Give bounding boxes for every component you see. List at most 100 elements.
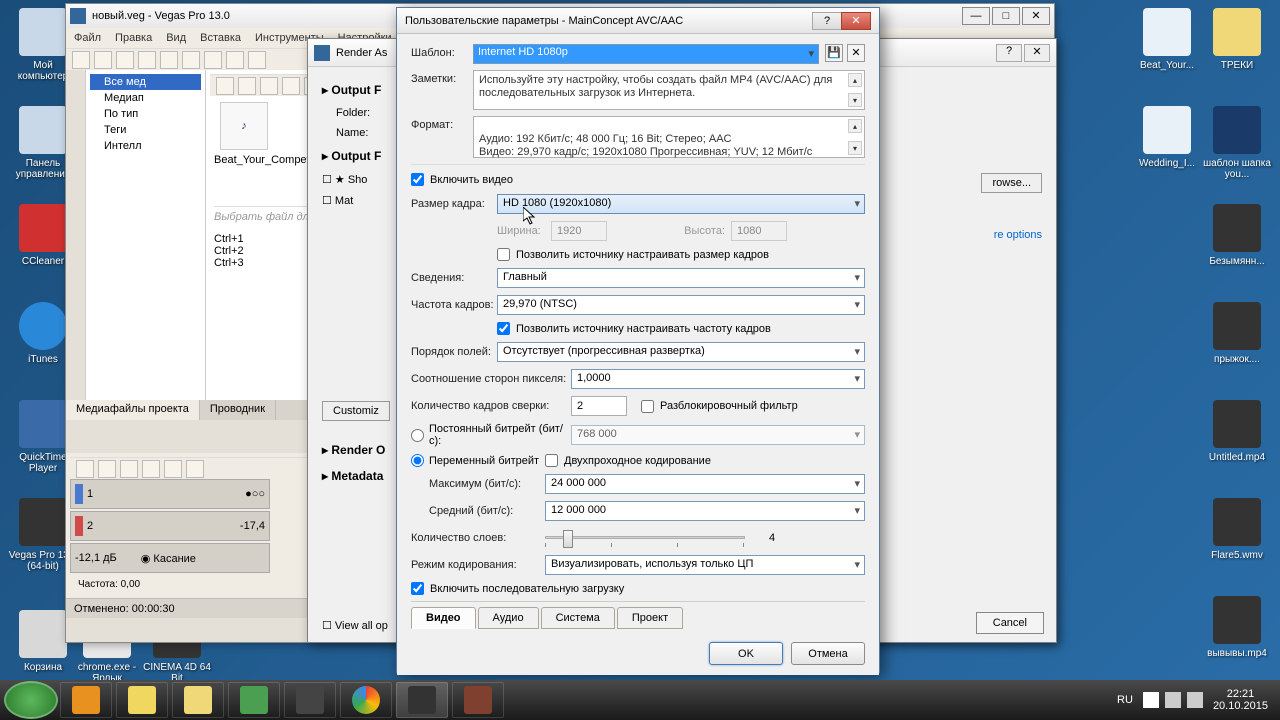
fieldorder-combo[interactable]: Отсутствует (прогрессивная развертка) — [497, 342, 865, 362]
ok-button[interactable]: OK — [709, 642, 783, 665]
tab-audio[interactable]: Аудио — [478, 607, 539, 629]
maximize-button[interactable]: □ — [992, 7, 1020, 25]
task-wmp[interactable] — [60, 682, 112, 718]
desktop-icon-video-4[interactable]: Flare5.wmv — [1202, 498, 1272, 561]
toolbar-button[interactable] — [238, 77, 256, 95]
close-button[interactable]: ✕ — [1022, 7, 1050, 25]
tab-project[interactable]: Проект — [617, 607, 683, 629]
task-vegas[interactable] — [396, 682, 448, 718]
help-button[interactable]: ? — [812, 12, 842, 30]
menu-insert[interactable]: Вставка — [200, 32, 241, 44]
encmode-combo[interactable]: Визуализировать, используя только ЦП — [545, 555, 865, 575]
desktop-icon-folder-tracks[interactable]: ТРЕКИ — [1202, 8, 1272, 71]
save-template-icon[interactable]: 💾 — [825, 44, 843, 62]
height-input — [731, 221, 787, 241]
toolbar-button[interactable] — [204, 51, 222, 69]
template-combo[interactable]: Internet HD 1080p — [473, 44, 819, 64]
toolbar-button[interactable] — [160, 51, 178, 69]
tab-project-media[interactable]: Медиафайлы проекта — [66, 400, 200, 420]
tree-item[interactable]: Медиап — [90, 90, 201, 106]
deblock-check[interactable]: Разблокировочный фильтр — [641, 400, 798, 413]
media-file[interactable]: ♪ Beat_Your_Competition.mp3 — [214, 102, 274, 166]
language-indicator[interactable]: RU — [1117, 694, 1133, 706]
toolbar-button[interactable] — [142, 460, 160, 478]
menu-file[interactable]: Файл — [74, 32, 101, 44]
framesize-combo[interactable]: HD 1080 (1920x1080) — [497, 194, 865, 214]
toolbar-button[interactable] — [98, 460, 116, 478]
menu-view[interactable]: Вид — [166, 32, 186, 44]
framerate-combo[interactable]: 29,970 (NTSC) — [497, 295, 865, 315]
par-combo[interactable]: 1,0000 — [571, 369, 865, 389]
browse-button[interactable]: rowse... — [981, 173, 1042, 193]
profile-combo[interactable]: Главный — [497, 268, 865, 288]
desktop-icon-psd[interactable]: шаблон шапка you... — [1202, 106, 1272, 180]
toolbar-button[interactable] — [72, 51, 90, 69]
tray-flag-icon[interactable] — [1143, 692, 1159, 708]
twopass-check[interactable]: Двухпроходное кодирование — [545, 454, 711, 467]
tab-video[interactable]: Видео — [411, 607, 476, 629]
tab-explorer[interactable]: Проводник — [200, 400, 276, 420]
tray-volume-icon[interactable] — [1187, 692, 1203, 708]
allow-source-rate-check[interactable]: Позволить источнику настраивать частоту … — [497, 322, 771, 335]
toolbar-button[interactable] — [138, 51, 156, 69]
task-sublime[interactable] — [284, 682, 336, 718]
toolbar-button[interactable] — [94, 51, 112, 69]
toolbar-button[interactable] — [248, 51, 266, 69]
tab-system[interactable]: Система — [541, 607, 615, 629]
avg-bitrate-combo[interactable]: 12 000 000 — [545, 501, 865, 521]
toolbar-button[interactable] — [182, 51, 200, 69]
desktop-icon-video-1[interactable]: Безымянн... — [1202, 204, 1272, 267]
menu-edit[interactable]: Правка — [115, 32, 152, 44]
help-button[interactable]: ? — [996, 44, 1022, 62]
task-explorer[interactable] — [172, 682, 224, 718]
desktop-icon-mp3-1[interactable]: Beat_Your... — [1132, 8, 1202, 71]
progressive-download-check[interactable]: Включить последовательную загрузку — [411, 582, 865, 595]
minimize-button[interactable]: — — [962, 7, 990, 25]
clock-date[interactable]: 20.10.2015 — [1213, 700, 1268, 712]
desktop-icon-mp3-2[interactable]: Wedding_I... — [1132, 106, 1202, 169]
tree-item[interactable]: Теги — [90, 122, 201, 138]
vbr-radio[interactable]: Переменный битрейт — [411, 454, 545, 467]
toolbar-button[interactable] — [186, 460, 204, 478]
toolbar-button[interactable] — [216, 77, 234, 95]
task-notes[interactable] — [116, 682, 168, 718]
width-input — [551, 221, 607, 241]
task-app[interactable] — [452, 682, 504, 718]
close-button[interactable]: ✕ — [841, 12, 871, 30]
desktop-icon-video-5[interactable]: вывывы.mp4 — [1202, 596, 1272, 659]
max-bitrate-combo[interactable]: 24 000 000 — [545, 474, 865, 494]
tree-item[interactable]: Интелл — [90, 138, 201, 154]
more-options-link[interactable]: re options — [994, 229, 1042, 241]
include-video-check[interactable]: Включить видео — [411, 173, 865, 186]
mc-titlebar[interactable]: Пользовательские параметры - MainConcept… — [397, 8, 879, 34]
desktop-icon-video-2[interactable]: прыжок.... — [1202, 302, 1272, 365]
toolbar-button[interactable] — [76, 460, 94, 478]
render-cancel-button[interactable]: Cancel — [976, 612, 1044, 634]
tree-item[interactable]: По тип — [90, 106, 201, 122]
slices-slider[interactable] — [545, 528, 745, 548]
framesize-label: Размер кадра: — [411, 198, 497, 210]
toolbar-button[interactable] — [116, 51, 134, 69]
refframes-input[interactable] — [571, 396, 627, 416]
avg-bitrate-label: Средний (бит/с): — [429, 505, 545, 517]
close-button[interactable]: ✕ — [1024, 44, 1050, 62]
slices-value: 4 — [769, 532, 775, 544]
notes-textarea[interactable]: Используйте эту настройку, чтобы создать… — [473, 70, 865, 110]
cbr-radio[interactable]: Постоянный битрейт (бит/с): — [411, 423, 571, 447]
allow-source-size-check[interactable]: Позволить источнику настраивать размер к… — [497, 248, 769, 261]
toolbar-button[interactable] — [164, 460, 182, 478]
toolbar-button[interactable] — [120, 460, 138, 478]
start-button[interactable] — [4, 681, 58, 719]
tree-item[interactable]: Все мед — [90, 74, 201, 90]
tray-network-icon[interactable] — [1165, 692, 1181, 708]
delete-template-icon[interactable]: ✕ — [847, 44, 865, 62]
toolbar-button[interactable] — [260, 77, 278, 95]
clock-time[interactable]: 22:21 — [1213, 688, 1268, 700]
task-chrome[interactable] — [340, 682, 392, 718]
toolbar-button[interactable] — [282, 77, 300, 95]
task-utorrent[interactable] — [228, 682, 280, 718]
desktop-icon-video-3[interactable]: Untitled.mp4 — [1202, 400, 1272, 463]
customize-button[interactable]: Customiz — [322, 401, 390, 421]
cancel-button[interactable]: Отмена — [791, 642, 865, 665]
toolbar-button[interactable] — [226, 51, 244, 69]
